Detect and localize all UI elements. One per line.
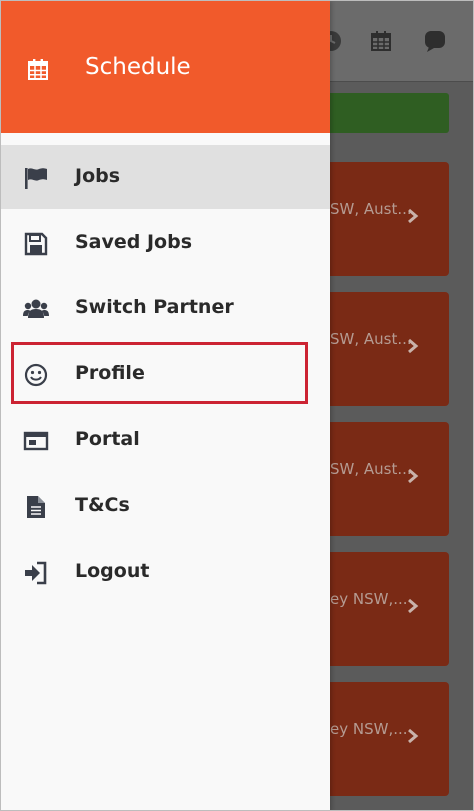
card-location: SW, Aust... (330, 460, 412, 478)
chevron-right-icon (408, 598, 419, 614)
menu-item-jobs[interactable]: Jobs (1, 145, 330, 209)
menu-item-terms[interactable]: T&Cs (1, 474, 330, 538)
drawer-title: Schedule (85, 54, 191, 80)
menu-item-saved-jobs[interactable]: Saved Jobs (1, 211, 330, 275)
calendar-icon (28, 59, 48, 80)
card-location: SW, Aust... (330, 330, 412, 348)
navigation-drawer: Schedule Jobs Saved Jobs Switch Partner … (1, 1, 330, 810)
card-location: ey NSW,... (330, 720, 408, 738)
app-frame: SW, Aust... SW, Aust... SW, Aust... ey N… (0, 0, 474, 811)
flag-icon (25, 168, 47, 189)
chevron-right-icon (408, 208, 419, 224)
menu-item-label: Jobs (75, 165, 121, 187)
calendar-icon (371, 31, 391, 51)
chevron-right-icon (408, 728, 419, 744)
users-icon (23, 299, 49, 318)
chevron-right-icon (408, 468, 419, 484)
menu-item-label: Logout (75, 560, 150, 582)
floppy-disk-icon (24, 232, 48, 256)
chevron-right-icon (408, 338, 419, 354)
menu-item-logout[interactable]: Logout (1, 540, 330, 604)
menu-item-label: Switch Partner (75, 296, 234, 318)
profile-highlight-box (11, 342, 308, 404)
menu-item-switch-partner[interactable]: Switch Partner (1, 276, 330, 340)
drawer-header: Schedule (1, 1, 330, 133)
card-location: ey NSW,... (330, 590, 408, 608)
menu-item-label: Saved Jobs (75, 231, 193, 253)
sign-in-icon (25, 561, 47, 585)
document-icon (27, 496, 45, 518)
menu-item-portal[interactable]: Portal (1, 408, 330, 472)
window-icon (23, 431, 49, 451)
chat-icon (425, 31, 445, 52)
menu-item-label: Portal (75, 428, 140, 450)
menu-item-label: T&Cs (75, 494, 130, 516)
card-location: SW, Aust... (330, 200, 412, 218)
